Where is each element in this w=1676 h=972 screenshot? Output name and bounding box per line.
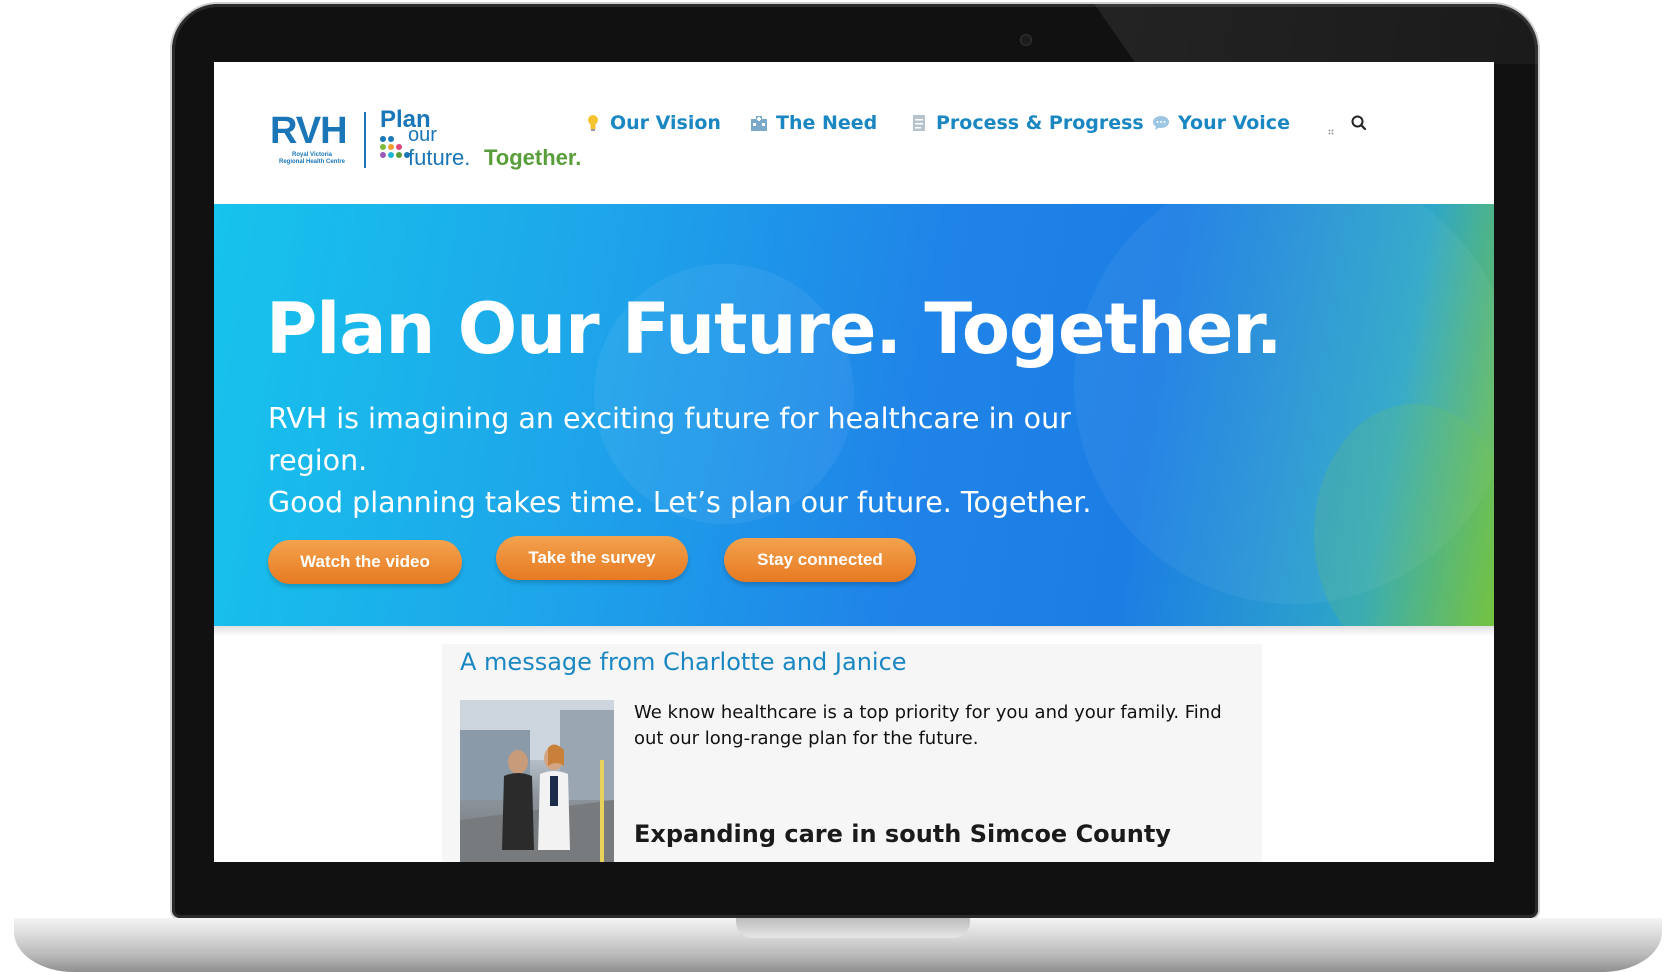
rvh-subtitle-line2: Regional Health Centre [278,159,345,165]
rvh-logo-text: RVH [270,110,348,152]
nav-label-your-voice: Your Voice [1178,112,1290,134]
hero-subtitle-line1: RVH is imagining an exciting future for … [268,402,1071,477]
message-subheading[interactable]: Expanding care in south Simcoe County [634,820,1171,848]
browser-screen: RVH Royal Victoria Regional Health Centr… [214,62,1494,862]
message-title[interactable]: A message from Charlotte and Janice [460,648,907,676]
hero-title: Plan Our Future. Together. [266,288,1282,370]
message-card: A message from Charlotte and Janice We k… [442,644,1262,862]
rvh-subtitle-line1: Royal Victoria [292,152,332,158]
message-body: We know healthcare is a top priority for… [634,702,1222,749]
take-survey-button[interactable]: Take the survey [496,536,688,580]
nav-the-need[interactable]: The Need [750,106,877,140]
watch-video-button[interactable]: Watch the video [268,540,462,584]
rvh-logo-subtitle: Royal Victoria Regional Health Centre [270,152,354,166]
plan-our-future-logo[interactable]: Plan our future. Together. [380,108,590,172]
hero-subtitle-line2: Good planning takes time. Let’s plan our… [268,486,1092,519]
nav-label-process-progress: Process & Progress [936,112,1144,134]
logo-future-word: future. [408,145,471,170]
lid-reflection [1094,4,1538,64]
logo-together-word: Together. [484,145,582,170]
logo-dots-icon [380,134,410,162]
site-header: RVH Royal Victoria Regional Health Centr… [214,62,1494,204]
webcam-icon [1020,34,1032,46]
leaders-photo[interactable] [460,700,614,862]
hero-shadow [214,626,1494,636]
nav-our-vision[interactable]: Our Vision [584,106,721,140]
stay-connected-button[interactable]: Stay connected [724,538,916,582]
hero-subtitle: RVH is imagining an exciting future for … [268,398,1168,524]
speech-bubble-icon [1152,114,1170,132]
content-area: A message from Charlotte and Janice We k… [214,626,1494,862]
logo-divider [364,112,366,168]
nav-your-voice[interactable]: Your Voice [1152,106,1290,140]
menu-handle-icon[interactable] [1328,120,1334,135]
laptop-notch [736,918,970,938]
nav-process-progress[interactable]: Process & Progress [910,106,1144,140]
hospital-icon [750,114,768,132]
lightbulb-icon [584,114,602,132]
rvh-logo[interactable]: RVH Royal Victoria Regional Health Centr… [270,112,354,166]
search-icon[interactable] [1350,114,1368,132]
nav-label-our-vision: Our Vision [610,112,721,134]
logo-our-word: our [408,124,437,146]
nav-label-the-need: The Need [776,112,878,134]
hero-banner: Plan Our Future. Together. RVH is imagin… [214,204,1494,626]
document-icon [910,114,928,132]
